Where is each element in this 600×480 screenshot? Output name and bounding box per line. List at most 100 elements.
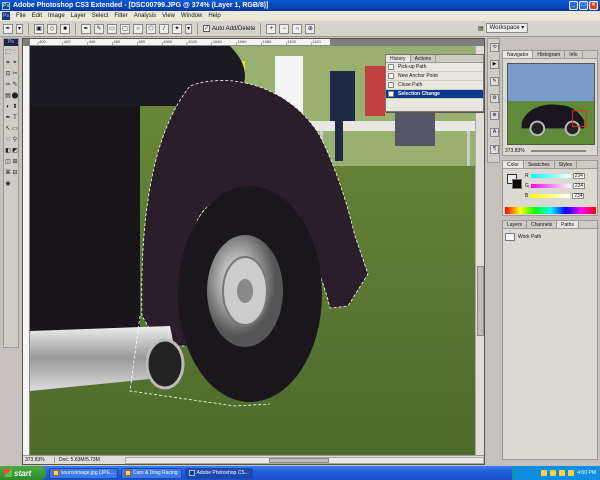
- tool-presets-icon[interactable]: ⚙: [490, 94, 499, 103]
- geometry-options-icon[interactable]: ▾: [185, 23, 192, 34]
- workspace-button[interactable]: Workspace ▾: [485, 23, 529, 33]
- exclude-path-area-icon[interactable]: ⊕: [305, 23, 316, 34]
- menu-view[interactable]: View: [162, 13, 175, 19]
- dodge-icon[interactable]: ⬆: [11, 103, 19, 111]
- channel-slider[interactable]: [530, 183, 571, 188]
- move-icon[interactable]: ◉: [4, 180, 12, 188]
- start-button[interactable]: start: [0, 466, 46, 480]
- menu-layer[interactable]: Layer: [71, 13, 86, 19]
- menu-window[interactable]: Window: [181, 13, 202, 19]
- screen-mode-icon[interactable]: ⊞: [11, 158, 19, 166]
- paths-mode-icon[interactable]: ◇: [47, 23, 57, 34]
- character-dock-icon[interactable]: A: [490, 128, 499, 137]
- subtract-path-area-icon[interactable]: −: [279, 23, 290, 34]
- layers-tabs: Layers Channels Paths: [503, 221, 597, 229]
- zoom-slider[interactable]: [531, 150, 586, 152]
- history-dock-icon[interactable]: ⟲: [490, 43, 499, 52]
- tray-icon[interactable]: [568, 470, 575, 476]
- channel-slider[interactable]: [530, 193, 571, 198]
- tab-channels[interactable]: Channels: [527, 221, 558, 228]
- polygon-icon[interactable]: ⬠: [146, 23, 156, 34]
- channel-slider[interactable]: [530, 173, 571, 178]
- auto-add-delete-option[interactable]: ✓ Auto Add/Delete: [203, 25, 255, 32]
- menu-select[interactable]: Select: [92, 13, 109, 19]
- color-spectrum[interactable]: [505, 207, 596, 214]
- clock[interactable]: 4:00 PM: [577, 470, 596, 476]
- history-item[interactable]: Pick-up Path: [386, 63, 483, 72]
- tab-color[interactable]: Color: [503, 161, 524, 168]
- tab-history[interactable]: History: [386, 55, 411, 62]
- eraser-icon[interactable]: ⬤: [11, 92, 19, 100]
- menu-analysis[interactable]: Analysis: [134, 13, 156, 19]
- tab-styles[interactable]: Styles: [555, 161, 578, 168]
- background-color-swatch[interactable]: [512, 179, 522, 189]
- crop-icon[interactable]: ⌖: [11, 59, 19, 67]
- menu-edit[interactable]: Edit: [32, 13, 42, 19]
- paragraph-dock-icon[interactable]: ¶: [490, 145, 499, 154]
- tab-swatches[interactable]: Swatches: [524, 161, 555, 168]
- close-button[interactable]: ×: [589, 1, 598, 10]
- tab-paths[interactable]: Paths: [557, 221, 579, 228]
- lasso-icon[interactable]: ◌: [11, 48, 19, 56]
- clone-stamp-icon[interactable]: ✎: [11, 81, 19, 89]
- path-item[interactable]: Work Path: [505, 232, 596, 242]
- title-bar[interactable]: Ps Adobe Photoshop CS3 Extended - [DSC00…: [0, 0, 600, 11]
- fill-pixels-icon[interactable]: ■: [60, 23, 70, 34]
- tray-icon[interactable]: [559, 470, 566, 476]
- tab-layers[interactable]: Layers: [503, 221, 528, 228]
- tab-actions[interactable]: Actions: [411, 55, 436, 62]
- healing-icon[interactable]: ✂: [11, 70, 19, 78]
- tab-histogram[interactable]: Histogram: [533, 51, 566, 58]
- preset-dropdown-icon[interactable]: ▾: [16, 23, 23, 34]
- ruler-label: 1020: [188, 39, 198, 44]
- tray-icon[interactable]: [550, 470, 557, 476]
- minimize-button[interactable]: _: [569, 1, 578, 10]
- menu-filter[interactable]: Filter: [114, 13, 127, 19]
- history-item[interactable]: New Anchor Point: [386, 72, 483, 81]
- custom-shape-icon[interactable]: ✦: [172, 23, 182, 34]
- ellipse-icon[interactable]: ○: [133, 23, 143, 34]
- navigator-thumbnail[interactable]: [507, 63, 595, 145]
- color-swatch-icon[interactable]: ◩: [11, 147, 19, 155]
- ps-menu-icon[interactable]: Ps: [2, 12, 10, 20]
- history-item[interactable]: Close Path: [386, 81, 483, 90]
- taskbar-button-active[interactable]: Adobe Photoshop CS...: [184, 467, 253, 479]
- channel-value[interactable]: 234: [572, 192, 585, 199]
- shape-layers-icon[interactable]: ▣: [34, 23, 44, 34]
- zoom-icon[interactable]: ⚲: [11, 136, 19, 144]
- tab-navigator[interactable]: Navigator: [503, 51, 534, 58]
- line-icon[interactable]: /: [159, 23, 169, 34]
- zoom-level[interactable]: 373.83%: [23, 457, 55, 463]
- shape-icon[interactable]: ▭: [11, 125, 19, 133]
- horizontal-scrollbar[interactable]: [125, 456, 484, 464]
- scroll-thumb[interactable]: [268, 457, 329, 463]
- pen-icon[interactable]: ✒: [81, 23, 91, 34]
- auto-add-delete-checkbox[interactable]: ✓: [203, 25, 210, 32]
- actions-dock-icon[interactable]: ▶: [490, 60, 499, 69]
- taskbar-button[interactable]: sourceimage.jpg (JPE...: [49, 467, 119, 479]
- tray-icon[interactable]: [541, 470, 548, 476]
- tab-info[interactable]: Info: [565, 51, 583, 58]
- clone-source-icon[interactable]: ⊕: [490, 111, 499, 120]
- scroll-thumb[interactable]: [477, 266, 484, 336]
- maximize-button[interactable]: □: [579, 1, 588, 10]
- navigator-zoom[interactable]: 373.83%: [505, 148, 525, 154]
- brushes-dock-icon[interactable]: ✎: [490, 77, 499, 86]
- pen-tool-preset-icon[interactable]: ✒: [3, 23, 13, 34]
- freeform-pen-icon[interactable]: ✎: [94, 23, 104, 34]
- type-icon[interactable]: T: [11, 114, 19, 122]
- menu-help[interactable]: Help: [208, 13, 220, 19]
- taskbar-button[interactable]: Cars & Drag Racing: [121, 467, 182, 479]
- menu-image[interactable]: Image: [48, 13, 65, 19]
- channel-value[interactable]: 234: [572, 182, 585, 189]
- taskbar-button-label: sourceimage.jpg (JPE...: [61, 470, 115, 476]
- menu-file[interactable]: File: [16, 13, 26, 19]
- intersect-path-area-icon[interactable]: ∩: [292, 23, 303, 34]
- blur-icon[interactable]: ⊟: [11, 169, 19, 177]
- history-item-selected[interactable]: Selection Change: [386, 90, 483, 99]
- rounded-rectangle-icon[interactable]: ▢: [120, 23, 130, 34]
- rectangle-icon[interactable]: ▭: [107, 23, 117, 34]
- doc-size[interactable]: Doc: 5.63M/5.73M: [55, 457, 125, 463]
- add-path-area-icon[interactable]: +: [266, 23, 277, 34]
- channel-value[interactable]: 234: [572, 172, 585, 179]
